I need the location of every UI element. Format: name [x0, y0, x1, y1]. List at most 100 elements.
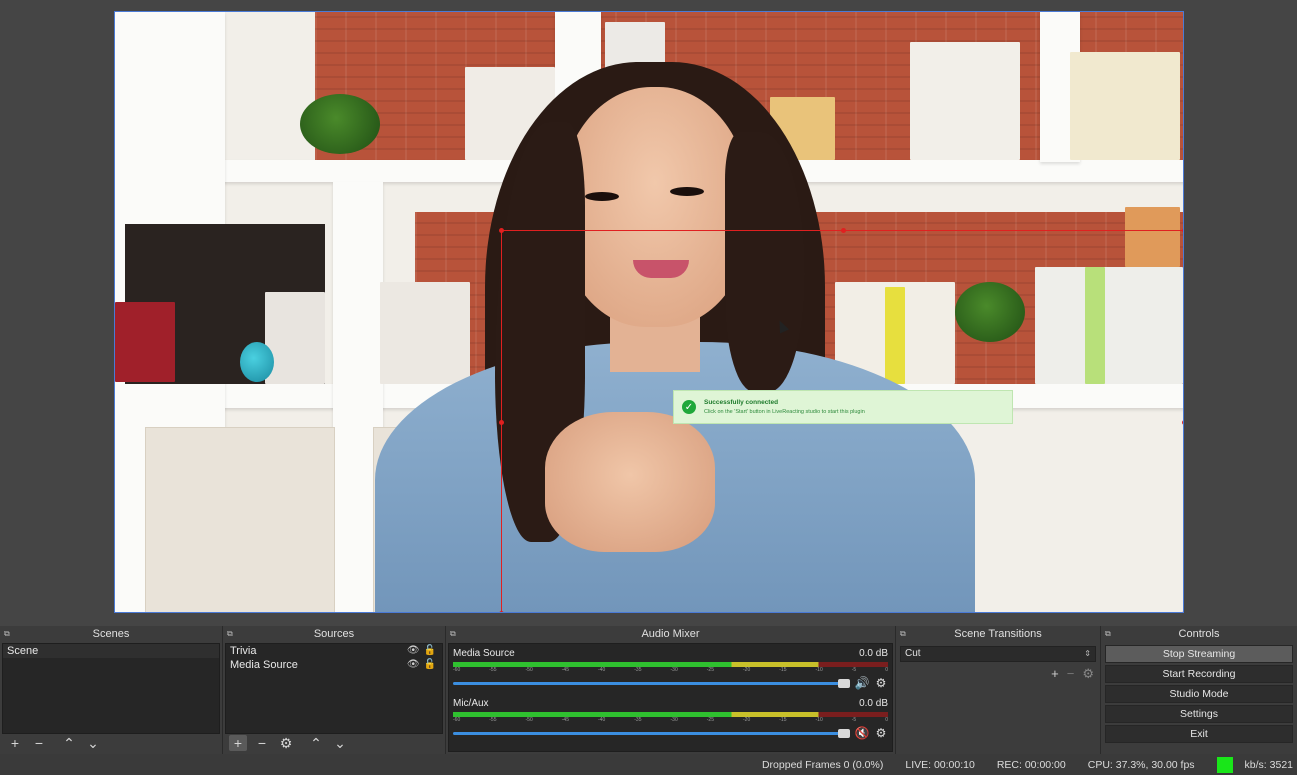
connection-toast: ✓ Successfully connected Click on the 'S…	[673, 390, 1013, 424]
chevron-updown-icon: ⇕	[1084, 649, 1091, 658]
transition-toolbar: + − ⚙	[1051, 666, 1094, 682]
volume-slider-handle[interactable]	[838, 678, 850, 688]
plant	[300, 94, 380, 154]
sources-list[interactable]: Trivia 👁 🔓 Media Source 👁 🔓	[225, 643, 443, 734]
preview-canvas[interactable]: ✓ Successfully connected Click on the 'S…	[114, 11, 1184, 613]
scene-item[interactable]: Scene	[3, 644, 219, 658]
meter-tick: -45	[561, 717, 569, 723]
eye-icon[interactable]: 👁	[407, 644, 420, 658]
chevron-down-icon[interactable]: ⌄	[331, 735, 349, 751]
speaker-muted-icon[interactable]: 🔇	[854, 726, 870, 740]
eye-icon[interactable]: 👁	[407, 658, 420, 672]
audio-mixer-dock: ⧉ Audio Mixer Media Source 0.0 dB -60 -55…	[446, 626, 896, 754]
source-item[interactable]: Trivia 👁 🔓	[226, 644, 442, 658]
book	[380, 282, 470, 384]
float-icon[interactable]: ⧉	[4, 626, 10, 642]
meter-tick: -10	[815, 717, 823, 723]
status-bar: Dropped Frames 0 (0.0%) LIVE: 00:00:10 R…	[0, 754, 1297, 775]
meter-tick: -10	[815, 667, 823, 673]
toast-title: Successfully connected	[704, 399, 779, 406]
add-icon[interactable]: +	[1051, 666, 1059, 682]
meter-tick: -40	[598, 667, 606, 673]
lock-icon[interactable]: 🔓	[424, 644, 436, 658]
gear-icon[interactable]: ⚙	[1082, 666, 1094, 682]
person-eye	[585, 192, 619, 201]
add-icon[interactable]: +	[229, 735, 247, 751]
channel-level: 0.0 dB	[859, 698, 888, 709]
channel-name: Mic/Aux	[453, 698, 489, 709]
float-icon[interactable]: ⧉	[1105, 626, 1111, 642]
teal-ball	[240, 342, 274, 382]
lock-icon[interactable]: 🔓	[424, 658, 436, 672]
settings-button[interactable]: Settings	[1105, 705, 1293, 723]
stream-status-indicator	[1216, 756, 1233, 773]
volume-slider[interactable]	[453, 678, 850, 688]
chevron-up-icon[interactable]: ⌃	[307, 735, 325, 751]
volume-slider[interactable]	[453, 728, 850, 738]
mixer-body: Media Source 0.0 dB -60 -55 -50 -45 -40 -35 -3…	[448, 643, 893, 752]
meter-tick: -15	[779, 667, 787, 673]
start-recording-button[interactable]: Start Recording	[1105, 665, 1293, 683]
source-item-label: Trivia	[230, 645, 257, 657]
scenes-title-text: Scenes	[92, 628, 130, 640]
rec-timer: REC: 00:00:00	[996, 758, 1066, 771]
preview-area[interactable]: ✓ Successfully connected Click on the 'S…	[0, 0, 1297, 626]
add-icon[interactable]: +	[6, 735, 24, 751]
meter-tick: -60	[453, 717, 461, 723]
float-icon[interactable]: ⧉	[450, 626, 456, 642]
chevron-up-icon[interactable]: ⌃	[60, 735, 78, 751]
meter-tick: 0	[885, 717, 888, 723]
remove-icon[interactable]: −	[1067, 666, 1075, 682]
resize-handle[interactable]	[841, 228, 846, 233]
remove-icon[interactable]: −	[253, 735, 271, 751]
meter-tick: -30	[670, 717, 678, 723]
meter-tick: -50	[525, 717, 533, 723]
scenes-dock-title: ⧉ Scenes	[0, 626, 222, 642]
gear-icon[interactable]: ⚙	[874, 676, 888, 690]
sources-dock-title: ⧉ Sources	[223, 626, 445, 642]
mixer-channel: Mic/Aux 0.0 dB -60 -55 -50 -45 -40 -35 -30 -25-…	[453, 698, 888, 740]
stop-streaming-button[interactable]: Stop Streaming	[1105, 645, 1293, 663]
scene-transitions-dock-title: ⧉ Scene Transitions	[896, 626, 1100, 642]
resize-handle[interactable]	[1182, 420, 1183, 425]
speaker-icon[interactable]: 🔊	[854, 676, 870, 690]
gear-icon[interactable]: ⚙	[874, 726, 888, 740]
scene-transitions-title-text: Scene Transitions	[954, 628, 1042, 640]
meter-tick: -35	[634, 717, 642, 723]
scene-transitions-dock: ⧉ Scene Transitions Cut ⇕ + − ⚙	[896, 626, 1101, 754]
scenes-list[interactable]: Scene	[2, 643, 220, 734]
resize-handle[interactable]	[499, 611, 504, 612]
meter-tick: -15	[779, 717, 787, 723]
float-icon[interactable]: ⧉	[227, 626, 233, 642]
meter-ticks: -60 -55 -50 -45 -40 -35 -30 -25 -20 -15 -10 -5 0	[453, 667, 888, 674]
controls-title-text: Controls	[1178, 628, 1220, 640]
transition-selected-value: Cut	[905, 648, 921, 659]
resize-handle[interactable]	[499, 228, 504, 233]
studio-mode-button[interactable]: Studio Mode	[1105, 685, 1293, 703]
channel-level: 0.0 dB	[859, 648, 888, 659]
meter-tick: -5	[851, 667, 857, 673]
meter-tick: 0	[885, 667, 888, 673]
volume-slider-handle[interactable]	[838, 728, 850, 738]
resize-handle[interactable]	[499, 420, 504, 425]
remove-icon[interactable]: −	[30, 735, 48, 751]
gear-icon[interactable]: ⚙	[277, 735, 295, 751]
transition-select[interactable]: Cut ⇕	[900, 646, 1096, 662]
check-icon: ✓	[682, 400, 696, 414]
mixer-channel: Media Source 0.0 dB -60 -55 -50 -45 -40 -35 -3…	[453, 648, 888, 690]
resize-handle[interactable]	[1182, 228, 1183, 233]
meter-tick: -20	[743, 717, 751, 723]
sources-dock: ⧉ Sources Trivia 👁 🔓 Media Source 👁 🔓 + − …	[223, 626, 446, 754]
resize-handle[interactable]	[1182, 611, 1183, 612]
scenes-dock: ⧉ Scenes Scene + − ⌃ ⌄	[0, 626, 223, 754]
chevron-down-icon[interactable]: ⌄	[84, 735, 102, 751]
source-item[interactable]: Media Source 👁 🔓	[226, 658, 442, 672]
meter-tick: -20	[743, 667, 751, 673]
exit-button[interactable]: Exit	[1105, 725, 1293, 743]
sources-title-text: Sources	[313, 628, 355, 640]
meter-tick: -45	[561, 667, 569, 673]
meter-tick: -40	[598, 717, 606, 723]
float-icon[interactable]: ⧉	[900, 626, 906, 642]
meter-tick: -60	[453, 667, 461, 673]
meter-tick: -55	[489, 667, 497, 673]
